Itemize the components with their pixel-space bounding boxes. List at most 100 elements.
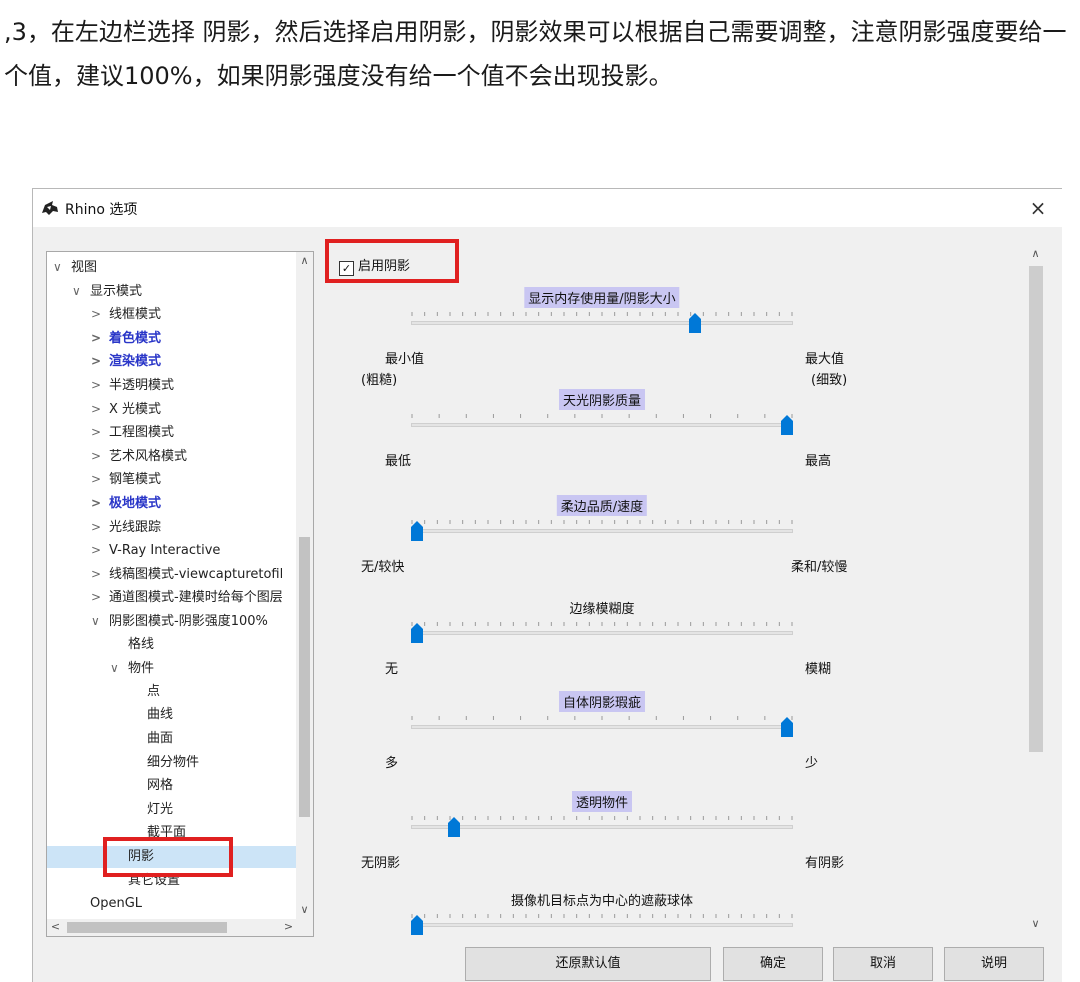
slider-thumb[interactable] (411, 521, 423, 541)
slider-max-label: 有阴影 (805, 856, 845, 871)
slider-max-label: 模糊 (805, 662, 832, 677)
slider-track[interactable] (411, 725, 793, 729)
tree-item-label: 网格 (147, 778, 174, 794)
slider-title: 摄像机目标点为中心的遮蔽球体 (510, 894, 694, 909)
tree-item[interactable]: > 工程图模式 (47, 421, 298, 443)
tree-item[interactable]: > 艺术风格模式 (47, 445, 298, 467)
tree-hscrollbar[interactable]: < > (47, 919, 297, 936)
slider-min-label: 无阴影 (361, 856, 401, 871)
chevron-right-icon[interactable]: > (91, 516, 109, 538)
slider-thumb[interactable] (781, 717, 793, 737)
chevron-right-icon[interactable]: > (91, 468, 109, 490)
cancel-button[interactable]: 取消 (833, 947, 933, 981)
tree-item-label: 点 (147, 683, 161, 699)
tree-scroll-thumb[interactable] (299, 537, 310, 817)
tree-item[interactable]: > 钢笔模式 (47, 468, 298, 490)
slider-max-sublabel: (细致) (811, 373, 848, 388)
tree-item-label: V-Ray Interactive (109, 543, 221, 559)
tree-item[interactable]: > 渲染模式 (47, 350, 298, 372)
chevron-right-icon[interactable]: > (91, 350, 109, 372)
tree-item[interactable]: > X 光模式 (47, 398, 298, 420)
chevron-right-icon[interactable]: > (91, 374, 109, 396)
tree-item[interactable]: > 半透明模式 (47, 374, 298, 396)
tree-item[interactable]: > 线稿图模式-viewcapturetofil (47, 563, 298, 585)
slider-min-label: 最小值 (385, 352, 425, 367)
slider-max-label: 少 (805, 756, 819, 771)
tree-item[interactable]: > 通道图模式-建模时给每个图层 (47, 586, 298, 608)
chevron-down-icon[interactable]: ∨ (53, 256, 71, 278)
slider-track[interactable] (411, 631, 793, 635)
slider-track[interactable] (411, 825, 793, 829)
tree-item[interactable]: 曲面 (47, 728, 298, 750)
slider-track[interactable] (411, 423, 793, 427)
slider-thumb[interactable] (688, 313, 701, 333)
tree-item[interactable]: ∨ 显示模式 (47, 280, 298, 302)
tree-item[interactable]: 网格 (47, 775, 298, 797)
tree-scroll-right-icon[interactable]: > (280, 920, 297, 933)
tree-item[interactable]: > 光线跟踪 (47, 516, 298, 538)
chevron-right-icon[interactable]: > (91, 563, 109, 585)
rhino-options-dialog: Rhino 选项 × ∨ 视图 ∨ 显示模式 > 线框模式 > 着色模式 > 渲染模式 > 半透明模式… (32, 188, 1062, 982)
chevron-right-icon[interactable]: > (91, 586, 109, 608)
slider-title: 显示内存使用量/阴影大小 (524, 287, 680, 308)
tree-item[interactable]: OpenGL (47, 893, 298, 915)
panel-scroll-thumb[interactable] (1029, 266, 1043, 752)
slider-min-label: 多 (385, 756, 399, 771)
tree-scrollbar[interactable]: ∧ ∨ (296, 252, 313, 936)
slider-thumb[interactable] (448, 817, 460, 837)
panel-scrollbar[interactable]: ∧ ∨ (1026, 244, 1045, 934)
chevron-right-icon[interactable]: > (91, 398, 109, 420)
tree-item-label: 渲染模式 (109, 354, 162, 370)
chevron-right-icon[interactable]: > (91, 445, 109, 467)
tree-item-label: 钢笔模式 (109, 472, 162, 488)
slider-track[interactable] (411, 321, 793, 325)
tree-item[interactable]: > V-Ray Interactive (47, 539, 298, 561)
chevron-down-icon[interactable]: ∨ (91, 610, 109, 632)
tree-item-label: OpenGL (90, 896, 143, 912)
tree-item-label: 曲线 (147, 707, 174, 723)
tree-item[interactable]: ∨ 物件 (47, 657, 298, 679)
chevron-down-icon[interactable]: ∨ (72, 280, 90, 302)
tree-item[interactable]: 曲线 (47, 704, 298, 726)
chevron-right-icon[interactable]: > (91, 421, 109, 443)
chevron-right-icon[interactable]: > (91, 303, 109, 325)
ok-button[interactable]: 确定 (723, 947, 823, 981)
slider-ticks (411, 312, 793, 316)
tree-item-label: 细分物件 (147, 754, 200, 770)
tree-item-label: 极地模式 (109, 496, 162, 511)
tree-item-label: 工程图模式 (109, 425, 175, 441)
tree-item-label: 光线跟踪 (109, 519, 162, 535)
slider-thumb[interactable] (411, 623, 423, 643)
tree-item[interactable]: > 着色模式 (47, 327, 298, 349)
chevron-right-icon[interactable]: > (91, 492, 109, 514)
rhino-app-icon (42, 201, 58, 215)
tree-item-label: X 光模式 (109, 401, 162, 417)
restore-defaults-button[interactable]: 还原默认值 (465, 947, 711, 981)
tree-item[interactable]: ∨ 视图 (47, 256, 298, 278)
slider-thumb[interactable] (411, 915, 423, 935)
tree-scroll-left-icon[interactable]: < (47, 920, 64, 933)
scroll-up-icon[interactable]: ∧ (1027, 247, 1044, 260)
tree-item[interactable]: > 线框模式 (47, 303, 298, 325)
tree-item-label: 通道图模式-建模时给每个图层 (109, 590, 283, 606)
help-button[interactable]: 说明 (944, 947, 1044, 981)
slider-track[interactable] (411, 529, 793, 533)
slider-title: 边缘模糊度 (569, 602, 635, 617)
tree-scroll-down-icon[interactable]: ∨ (296, 903, 313, 916)
tree-item[interactable]: > 极地模式 (47, 492, 298, 514)
tree-item[interactable]: 格线 (47, 634, 298, 656)
tree-hscroll-thumb[interactable] (67, 922, 227, 933)
slider-ticks (411, 414, 793, 418)
slider-thumb[interactable] (781, 415, 793, 435)
tree-scroll-up-icon[interactable]: ∧ (296, 254, 313, 267)
tree-item[interactable]: 细分物件 (47, 752, 298, 774)
tree-item[interactable]: 灯光 (47, 799, 298, 821)
chevron-right-icon[interactable]: > (91, 539, 109, 561)
tree-item[interactable]: 点 (47, 681, 298, 703)
scroll-down-icon[interactable]: ∨ (1027, 917, 1044, 930)
slider-track[interactable] (411, 923, 793, 927)
close-button[interactable]: × (1026, 195, 1050, 221)
chevron-down-icon[interactable]: ∨ (110, 657, 128, 679)
tree-item[interactable]: ∨ 阴影图模式-阴影强度100% (47, 610, 298, 632)
chevron-right-icon[interactable]: > (91, 327, 109, 349)
